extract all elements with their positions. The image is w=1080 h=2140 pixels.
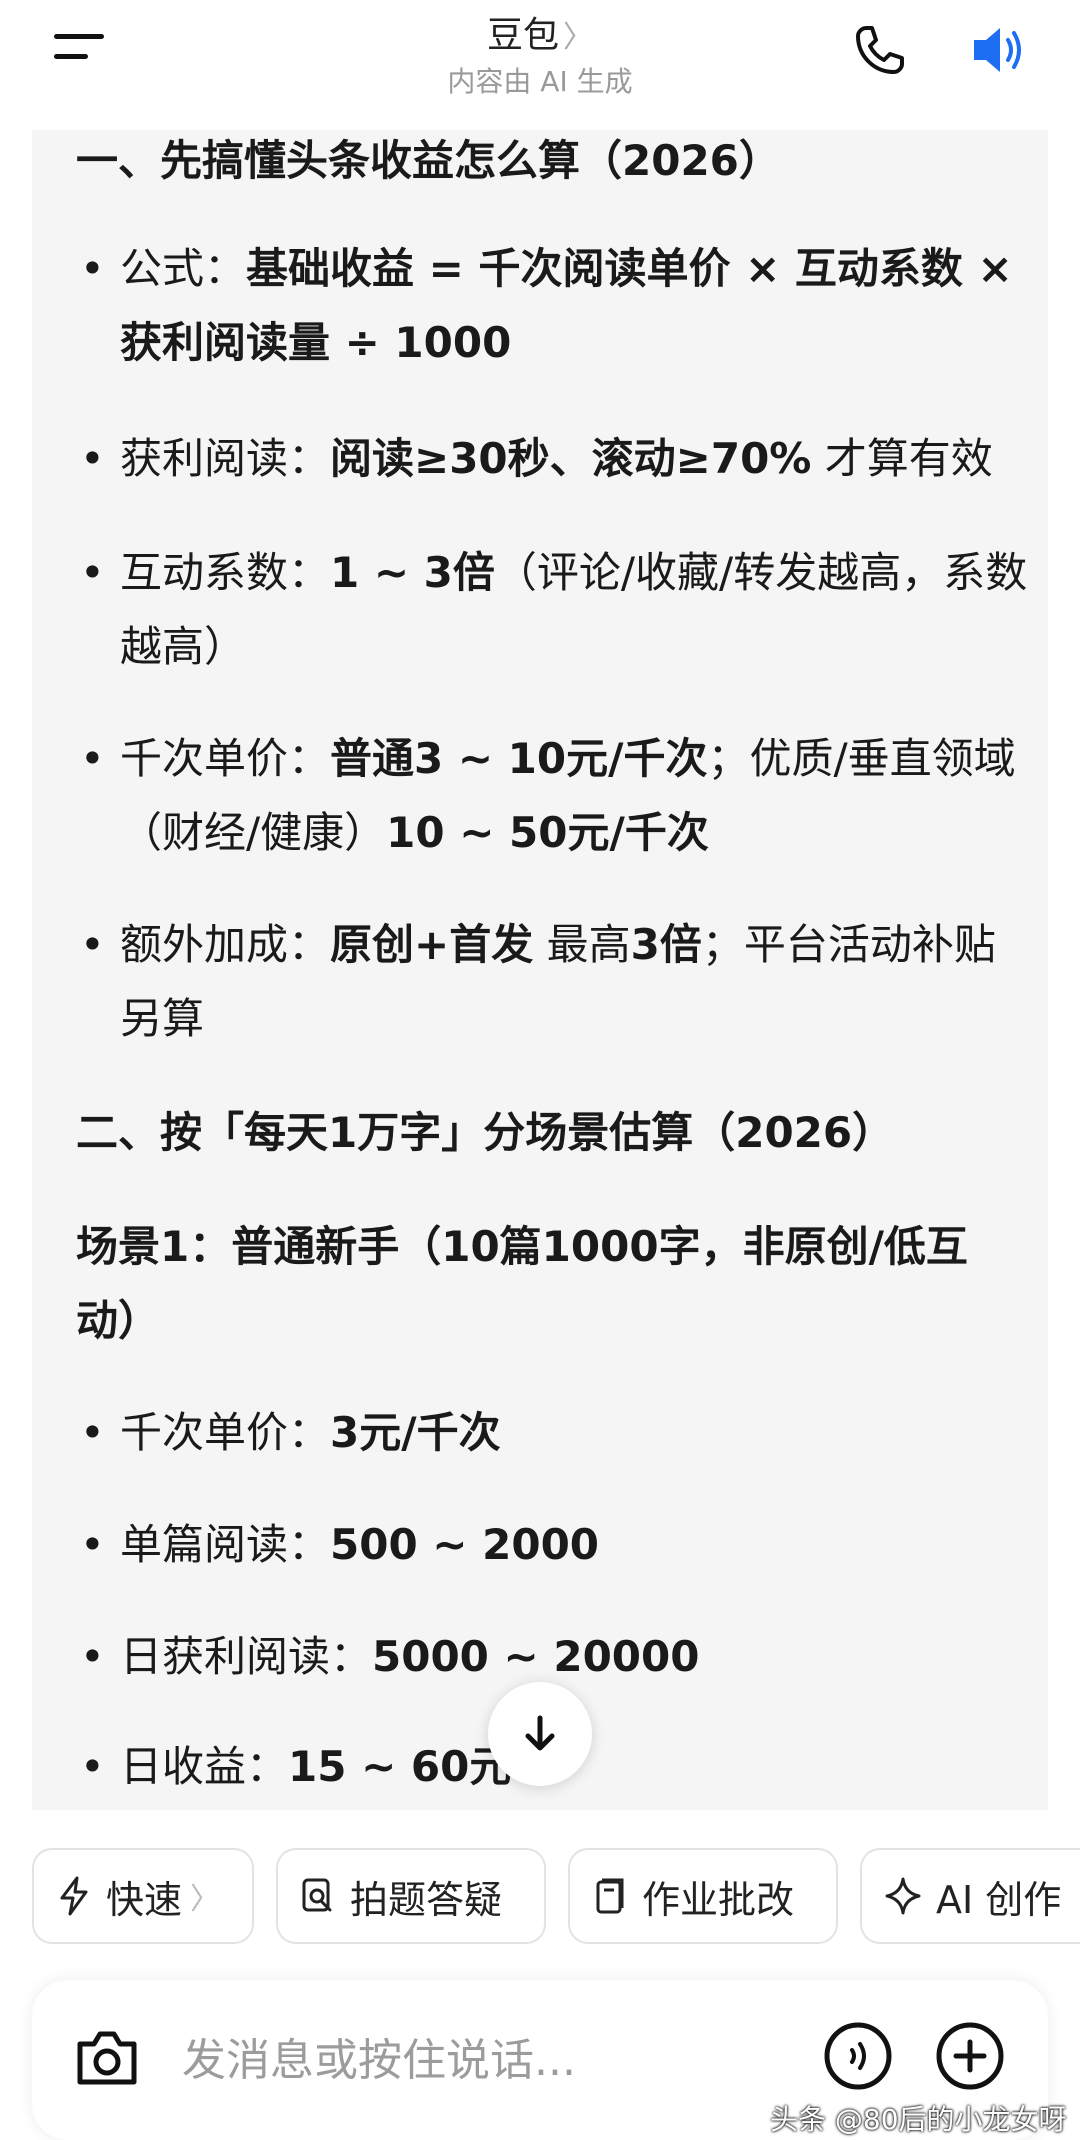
title-area[interactable]: 豆包〉 内容由 AI 生成	[0, 6, 1080, 100]
message-input[interactable]: 发消息或按住说话...	[182, 2024, 576, 2088]
scroll-down-button[interactable]	[488, 1682, 592, 1786]
phone-icon[interactable]	[852, 22, 908, 78]
quick-actions-bar: 快速〉 拍题答疑 作业批改 AI 创作	[32, 1848, 1080, 1948]
section-1-list: 互动系数：1 ~ 3倍（评论/收藏/转发越高，系数越高）	[76, 536, 1036, 684]
speaker-icon[interactable]	[968, 20, 1032, 80]
chip-ai-create[interactable]: AI 创作	[860, 1848, 1080, 1944]
app-title[interactable]: 豆包	[487, 15, 559, 56]
chip-homework[interactable]: 作业批改	[568, 1848, 838, 1944]
plus-icon[interactable]	[934, 2020, 1006, 2092]
arrow-down-icon	[525, 1715, 555, 1751]
list-item: 互动系数：1 ~ 3倍（评论/收藏/转发越高，系数越高）	[76, 536, 1036, 684]
scene-1-list: 日获利阅读：5000 ~ 20000	[76, 1620, 1036, 1694]
section-1-list: 获利阅读：阅读≥30秒、滚动≥70% 才算有效	[76, 422, 1036, 496]
chevron-right-icon: 〉	[190, 1882, 221, 1917]
title-chevron-icon: 〉	[563, 20, 593, 55]
list-item: 日获利阅读：5000 ~ 20000	[76, 1620, 1036, 1694]
top-bar: 豆包〉 内容由 AI 生成	[0, 0, 1080, 130]
list-item: 获利阅读：阅读≥30秒、滚动≥70% 才算有效	[76, 422, 1036, 496]
chip-label: 作业批改	[642, 1877, 795, 1922]
photo-search-icon	[302, 1878, 332, 1912]
scene-1-title: 场景1：普通新手（10篇1000字，非原创/低互动）	[76, 1222, 968, 1345]
homework-icon	[596, 1878, 624, 1914]
chip-photo-question[interactable]: 拍题答疑	[276, 1848, 546, 1944]
list-item: 单篇阅读：500 ~ 2000	[76, 1508, 1036, 1582]
chip-label: AI 创作	[936, 1877, 1062, 1922]
section-1-list: 公式：基础收益 = 千次阅读单价 × 互动系数 × 获利阅读量 ÷ 1000	[76, 232, 1036, 380]
sparkle-icon	[885, 1877, 921, 1915]
camera-icon[interactable]	[72, 2026, 142, 2090]
section-2-title: 二、按「每天1万字」分场景估算（2026）	[76, 1108, 895, 1157]
answer-content[interactable]: 一、先搞懂头条收益怎么算（2026） 公式：基础收益 = 千次阅读单价 × 互动…	[32, 130, 1048, 1810]
section-1-title: 一、先搞懂头条收益怎么算（2026）	[76, 136, 781, 185]
list-item: 千次单价：普通3 ~ 10元/千次；优质/垂直领域（财经/健康）10 ~ 50元…	[76, 722, 1036, 870]
list-item: 额外加成：原创+首发 最高3倍；平台活动补贴另算	[76, 908, 1036, 1056]
ai-generated-note: 内容由 AI 生成	[447, 65, 633, 98]
voice-icon[interactable]	[822, 2020, 894, 2092]
scene-1-list: 单篇阅读：500 ~ 2000	[76, 1508, 1036, 1582]
chip-fast[interactable]: 快速〉	[32, 1848, 254, 1944]
chip-label: 拍题答疑	[350, 1877, 503, 1922]
section-1-list: 额外加成：原创+首发 最高3倍；平台活动补贴另算	[76, 908, 1036, 1056]
scene-1-list: 千次单价：3元/千次	[76, 1396, 1036, 1470]
section-1-list: 千次单价：普通3 ~ 10元/千次；优质/垂直领域（财经/健康）10 ~ 50元…	[76, 722, 1036, 870]
list-item: 公式：基础收益 = 千次阅读单价 × 互动系数 × 获利阅读量 ÷ 1000	[76, 232, 1036, 380]
chip-label: 快速	[106, 1877, 183, 1922]
watermark: 头条 @80后的小龙女呀	[770, 2103, 1067, 2136]
lightning-icon	[60, 1876, 88, 1916]
list-item: 千次单价：3元/千次	[76, 1396, 1036, 1470]
